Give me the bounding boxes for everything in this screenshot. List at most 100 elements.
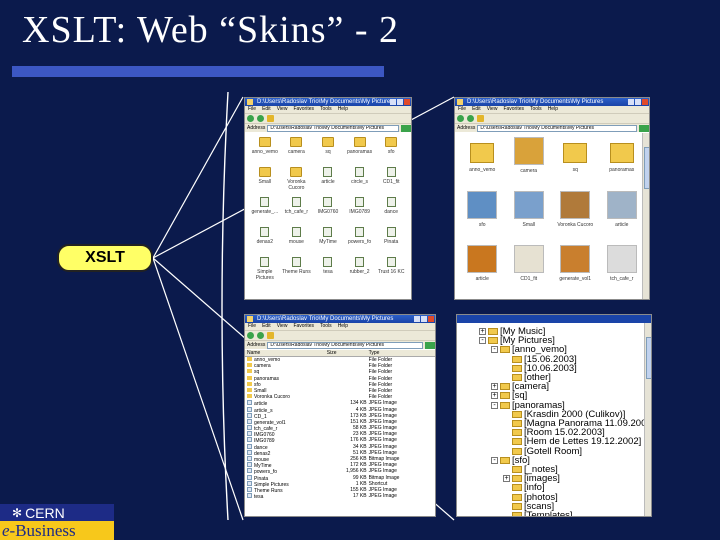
expand-icon[interactable]: + [503, 475, 510, 483]
address-input[interactable]: D:\Users\Radoslav Trio\My Documents\My P… [477, 124, 637, 132]
column-header-type[interactable]: Type [367, 350, 435, 356]
back-icon[interactable] [247, 115, 254, 122]
menu-item-file[interactable]: File [458, 106, 466, 112]
thumbnail-item[interactable]: anno_vemo [459, 137, 506, 191]
menu-item-view[interactable]: View [277, 106, 288, 112]
column-header-size[interactable]: Size [325, 350, 367, 356]
menu-item-file[interactable]: File [248, 323, 256, 329]
forward-icon[interactable] [467, 115, 474, 122]
file-item[interactable]: denas2 [249, 227, 281, 257]
file-item[interactable]: article [312, 167, 344, 197]
file-item[interactable]: circle_s [344, 167, 376, 197]
file-item[interactable]: Voronka Cucoro [281, 167, 313, 197]
file-item[interactable]: camera [281, 137, 313, 167]
file-grid: anno_vemo camera sq panoramas sfo Small Voronk… [245, 133, 411, 291]
file-item[interactable]: panoramas [344, 137, 376, 167]
expand-icon[interactable]: + [491, 383, 498, 391]
maximize-button[interactable] [397, 99, 403, 105]
file-item[interactable]: mouse [281, 227, 313, 257]
menu-item-edit[interactable]: Edit [262, 323, 271, 329]
menu-item-edit[interactable]: Edit [472, 106, 481, 112]
close-button[interactable] [404, 99, 410, 105]
thumbnail-item[interactable]: camera [506, 137, 553, 191]
file-item[interactable]: anno_vemo [249, 137, 281, 167]
address-input[interactable]: D:\Users\Radoslav Trio\My Documents\My P… [267, 341, 423, 349]
close-button[interactable] [428, 316, 434, 322]
photo-thumbnail [513, 191, 544, 219]
file-item[interactable]: IMG0760 [312, 197, 344, 227]
menu-item-help[interactable]: Help [338, 106, 348, 112]
collapse-icon[interactable]: - [491, 401, 498, 409]
thumbnail-item[interactable]: sfo [459, 191, 506, 245]
expand-icon[interactable]: + [491, 392, 498, 400]
file-item[interactable]: sq [312, 137, 344, 167]
folder-icon [563, 143, 588, 163]
photo-thumbnail [513, 137, 544, 165]
file-item[interactable]: Theme Runs [281, 257, 313, 287]
menu-item-help[interactable]: Help [338, 323, 348, 329]
folders-icon[interactable] [477, 115, 484, 122]
collapse-icon[interactable]: - [491, 346, 498, 354]
maximize-button[interactable] [635, 99, 641, 105]
file-item[interactable]: Small [249, 167, 281, 197]
vertical-scrollbar[interactable] [642, 133, 649, 299]
thumbnail-item[interactable]: Voronka Cucoro [552, 191, 599, 245]
minimize-button[interactable] [628, 99, 634, 105]
menu-item-favorites[interactable]: Favorites [293, 323, 314, 329]
file-item[interactable]: Trust 16 KC [375, 257, 407, 287]
maximize-button[interactable] [421, 316, 427, 322]
file-item[interactable]: Pinata [375, 227, 407, 257]
file-item[interactable]: tch_cafe_r [281, 197, 313, 227]
file-item[interactable]: generate_... [249, 197, 281, 227]
menu-item-favorites[interactable]: Favorites [293, 106, 314, 112]
tree-item[interactable]: [Templates] [503, 511, 573, 516]
thumbnail-item[interactable]: panoramas [599, 137, 646, 191]
file-item[interactable]: Simple Pictures [249, 257, 281, 287]
go-button[interactable] [401, 124, 411, 132]
column-header-name[interactable]: Name [245, 350, 325, 356]
folders-icon[interactable] [267, 115, 274, 122]
menu-item-favorites[interactable]: Favorites [503, 106, 524, 112]
close-button[interactable] [642, 99, 648, 105]
forward-icon[interactable] [257, 115, 264, 122]
collapse-icon[interactable]: - [479, 337, 486, 345]
file-item[interactable]: MyTime [312, 227, 344, 257]
thumbnail-item[interactable]: sq [552, 137, 599, 191]
back-icon[interactable] [247, 332, 254, 339]
file-item[interactable]: dance [375, 197, 407, 227]
expand-icon[interactable]: + [479, 327, 486, 335]
thumbnail-item[interactable]: generate_vol1 [552, 245, 599, 299]
thumbnail-label: article [615, 222, 629, 228]
thumbnail-item[interactable]: Small [506, 191, 553, 245]
collapse-icon[interactable]: - [491, 456, 498, 464]
thumbnail-item[interactable]: CD1_fit [506, 245, 553, 299]
menu-item-help[interactable]: Help [548, 106, 558, 112]
thumbnail-item[interactable]: article [459, 245, 506, 299]
list-row[interactable]: tesa 17 KB JPEG Image [245, 493, 435, 499]
back-icon[interactable] [457, 115, 464, 122]
menu-item-edit[interactable]: Edit [262, 106, 271, 112]
file-item[interactable]: sfo [375, 137, 407, 167]
menu-item-tools[interactable]: Tools [320, 323, 332, 329]
menu-item-view[interactable]: View [487, 106, 498, 112]
folder-icon [500, 456, 510, 464]
thumbnail-item[interactable]: tch_cafe_r [599, 245, 646, 299]
file-item[interactable]: CD1_fit [375, 167, 407, 197]
vertical-scrollbar[interactable] [644, 323, 651, 516]
file-item[interactable]: IMG0789 [344, 197, 376, 227]
thumbnail-item[interactable]: article [599, 191, 646, 245]
menu-item-view[interactable]: View [277, 323, 288, 329]
file-item[interactable]: rubber_2 [344, 257, 376, 287]
address-input[interactable]: D:\Users\Radoslav Trio\My Documents\My P… [267, 124, 399, 132]
file-item[interactable]: powers_fo [344, 227, 376, 257]
forward-icon[interactable] [257, 332, 264, 339]
minimize-button[interactable] [390, 99, 396, 105]
go-button[interactable] [639, 124, 649, 132]
go-button[interactable] [425, 341, 435, 349]
menu-item-tools[interactable]: Tools [530, 106, 542, 112]
folders-icon[interactable] [267, 332, 274, 339]
minimize-button[interactable] [414, 316, 420, 322]
menu-item-tools[interactable]: Tools [320, 106, 332, 112]
menu-item-file[interactable]: File [248, 106, 256, 112]
file-item[interactable]: tesa [312, 257, 344, 287]
